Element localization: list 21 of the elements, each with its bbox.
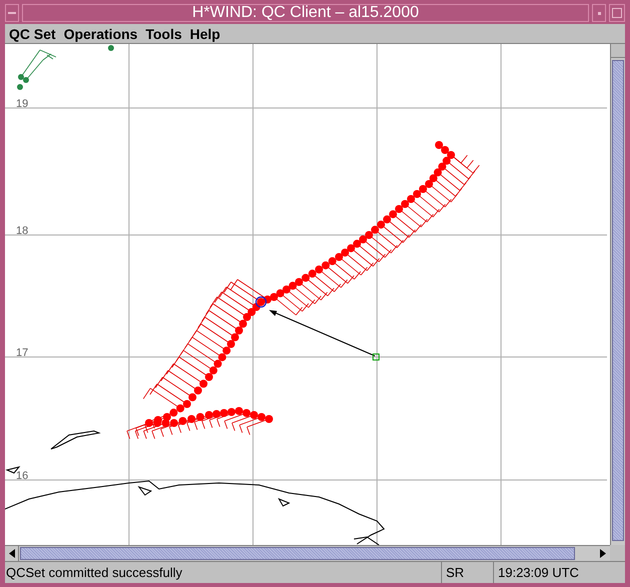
selection-ring-icon [255,296,267,308]
menu-item[interactable]: Help [186,26,224,40]
left-arrow-icon[interactable] [8,549,14,558]
status-time: 19:23:09 UTC [498,564,579,582]
menu-item[interactable]: QC Set [5,26,60,40]
latitude-label: 16 [16,470,28,482]
window-title: H*WIND: QC Client – al15.2000 [192,5,419,21]
horizontal-scrollbar[interactable] [5,545,610,561]
marker-icon [372,354,380,360]
menu-item[interactable]: Operations [60,26,142,40]
latitude-label: 17 [16,347,28,359]
maximize-button[interactable] [609,4,625,22]
minimize-button[interactable] [592,4,606,22]
status-mode: SR [446,564,464,582]
window-menu-button[interactable] [5,4,19,22]
vertical-scrollbar[interactable] [610,44,625,545]
menu-item[interactable]: Tools [142,26,186,40]
right-arrow-icon[interactable] [600,549,606,558]
latitude-label: 19 [16,98,28,110]
latitude-label: 18 [16,225,28,237]
status-message: QCSet committed successfully [6,564,182,582]
